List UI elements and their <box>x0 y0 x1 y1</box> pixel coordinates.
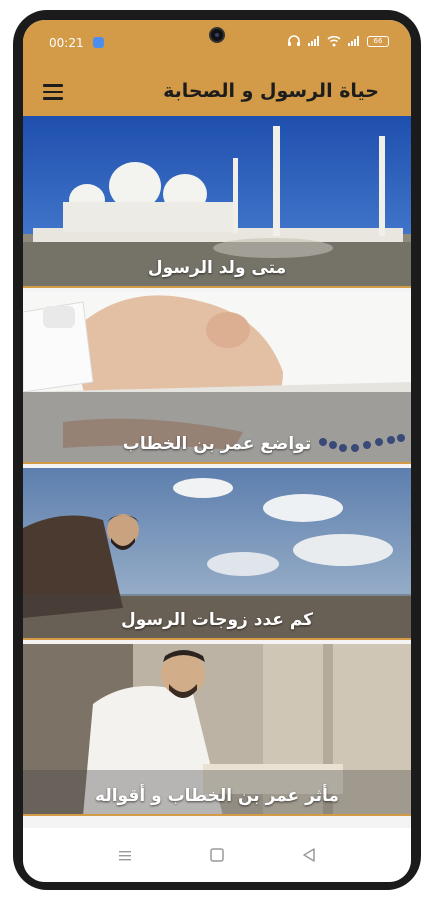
battery-icon: 66 <box>367 35 389 47</box>
divider <box>23 814 411 816</box>
app-notification-icon <box>93 37 104 48</box>
status-time: 00:21 <box>49 36 84 50</box>
divider <box>23 286 411 288</box>
front-camera <box>209 27 225 43</box>
article-title: كم عدد زوجات الرسول <box>120 610 314 630</box>
article-card[interactable]: كم عدد زوجات الرسول <box>23 468 411 640</box>
article-card[interactable]: متى ولد الرسول <box>23 116 411 288</box>
divider <box>23 462 411 464</box>
article-card[interactable]: تواضع عمر بن الخطاب <box>23 292 411 464</box>
hamburger-menu-icon[interactable] <box>43 84 63 100</box>
article-title: متى ولد الرسول <box>147 258 287 278</box>
recents-icon[interactable] <box>115 845 135 865</box>
status-bar: 00:21 66 <box>23 20 411 68</box>
article-title: مأثر عمر بن الخطاب و أقواله <box>95 786 339 806</box>
system-nav-bar <box>23 828 411 882</box>
screen: 00:21 66 حياة الرسول و الصحابة متى ولد ا… <box>23 20 411 882</box>
headphones-icon <box>288 35 300 46</box>
signal-icon <box>348 36 359 46</box>
article-title: تواضع عمر بن الخطاب <box>122 434 312 454</box>
signal-icon <box>308 36 319 46</box>
article-list: متى ولد الرسول تواضع عمر بن الخطاب كم عد… <box>23 116 411 820</box>
wifi-icon <box>327 35 341 47</box>
article-card[interactable]: مأثر عمر بن الخطاب و أقواله <box>23 644 411 816</box>
app-title: حياة الرسول و الصحابة <box>163 80 379 102</box>
back-icon[interactable] <box>299 845 319 865</box>
divider <box>23 638 411 640</box>
home-icon[interactable] <box>207 845 227 865</box>
app-bar: حياة الرسول و الصحابة <box>23 68 411 116</box>
status-icons: 66 <box>287 35 389 47</box>
